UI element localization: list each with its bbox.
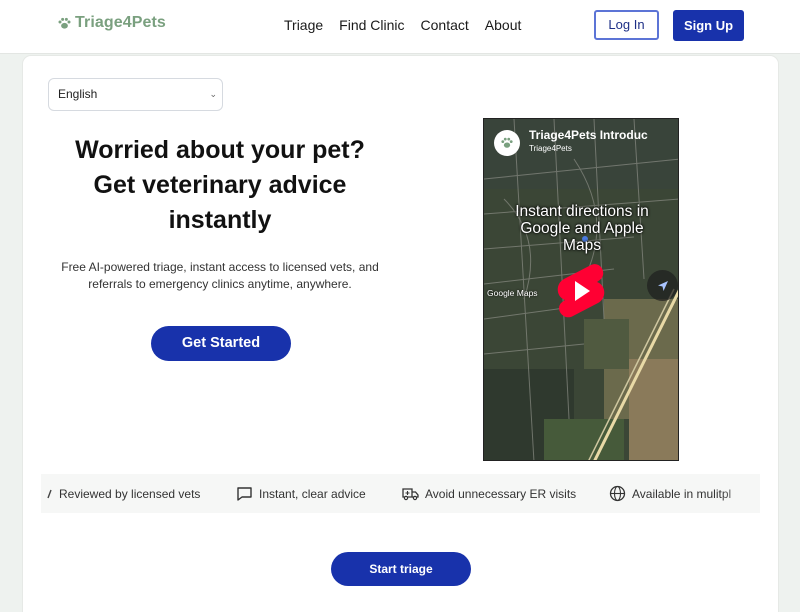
video-caption: Instant directions in Google and Apple M… [484,203,678,254]
feature-label: Available in mulitpl [632,486,732,501]
feature-label: Avoid unnecessary ER visits [425,486,577,501]
start-triage-button[interactable]: Start triage [331,552,471,586]
hero-subtitle: Free AI-powered triage, instant access t… [50,259,390,293]
site-header: Triage4Pets Triage Find Clinic Contact A… [0,0,800,54]
feature-item: Reviewed by licensed vets [47,474,200,513]
nav-link-find-clinic[interactable]: Find Clinic [339,17,404,33]
feature-item: Avoid unnecessary ER visits [402,474,576,513]
nav-link-contact[interactable]: Contact [421,17,469,33]
video-caption-line: Instant directions in [515,203,649,220]
feature-item: Instant, clear advice [236,474,366,513]
globe-icon [609,485,626,502]
channel-logo[interactable] [494,130,520,156]
language-select[interactable]: English ⌄ [48,78,223,111]
main-nav: Triage Find Clinic Contact About [284,17,521,33]
video-channel-name[interactable]: Triage4Pets [529,144,572,153]
feature-item: Available in mulitpl [609,474,731,513]
hero-subtitle-line: referrals to emergency clinics anytime, … [88,277,352,291]
check-badge-icon [47,489,52,498]
video-caption-line: Maps [563,237,601,254]
hero-title: Worried about your pet? Get veterinary a… [30,133,410,238]
login-button[interactable]: Log In [594,10,659,40]
hero-title-line: Get veterinary advice [93,171,347,199]
get-started-button[interactable]: Get Started [151,326,291,361]
paw-icon [58,17,71,29]
signup-button[interactable]: Sign Up [673,10,744,41]
video-caption-line: Google and Apple [520,220,644,237]
logo[interactable]: Triage4Pets [57,14,166,32]
features-fade [720,474,760,513]
chat-bubble-icon [237,486,252,501]
navigation-arrow-icon[interactable] [647,270,678,301]
logo-text: Triage4Pets [75,14,166,31]
play-icon[interactable] [555,262,607,320]
nav-link-triage[interactable]: Triage [284,17,323,33]
navigation-arrow-glyph [657,280,668,291]
hero-title-line: instantly [168,206,272,234]
hero-subtitle-line: Free AI-powered triage, instant access t… [61,260,379,274]
nav-link-about[interactable]: About [485,17,522,33]
ambulance-icon [402,487,419,500]
video-title[interactable]: Triage4Pets Introduc [529,128,677,142]
video-embed[interactable]: Triage4Pets Introduc Triage4Pets Instant… [483,118,679,461]
features-strip: Reviewed by licensed vets Instant, clear… [41,474,760,513]
feature-label: Instant, clear advice [259,486,366,501]
language-selected: English [58,87,98,101]
hero-title-line: Worried about your pet? [75,136,365,164]
chevron-down-icon: ⌄ [209,89,217,99]
map-credit: Google Maps [487,288,538,298]
paw-icon [501,137,513,148]
feature-label: Reviewed by licensed vets [59,486,201,501]
